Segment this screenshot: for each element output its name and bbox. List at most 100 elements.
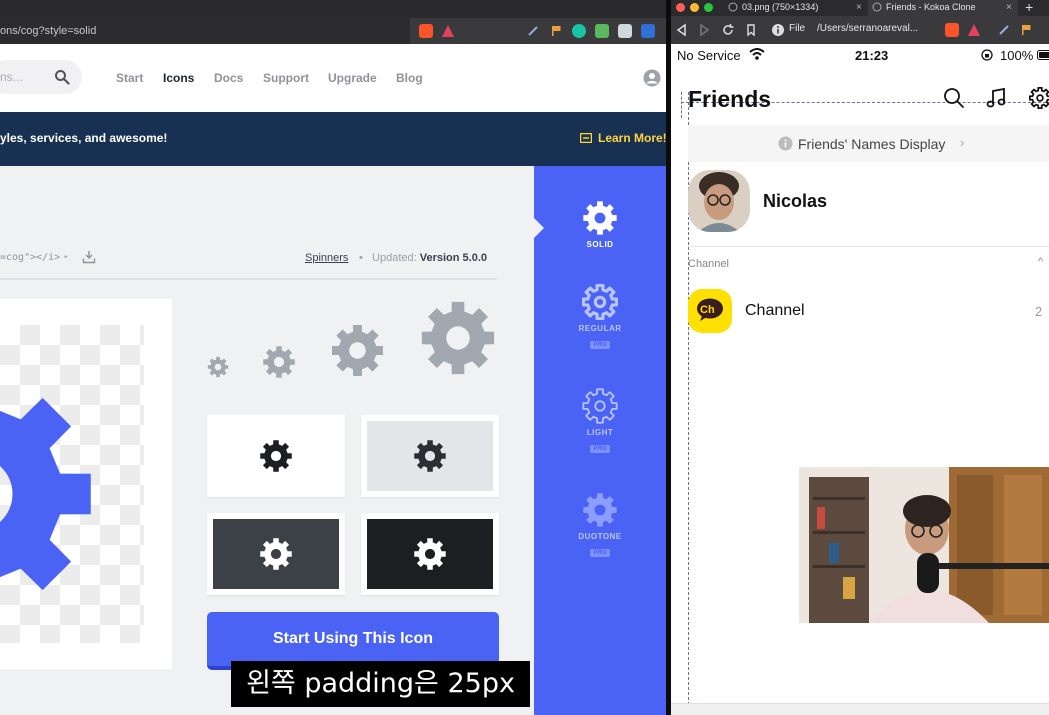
friends-names-display-bar[interactable]: Friends' Names Display › xyxy=(688,125,1049,162)
cog-size-sm-icon xyxy=(263,346,295,378)
settings-gear-icon[interactable] xyxy=(1029,87,1049,109)
category-link-spinners[interactable]: Spinners xyxy=(305,252,348,264)
nav-link-blog[interactable]: Blog xyxy=(396,71,423,85)
url-field[interactable]: /Users/serranoareval... xyxy=(817,23,918,34)
search-placeholder: ns... xyxy=(0,70,23,84)
left-browser-window: ons/cog?style=solid ns... Start Icons Do… xyxy=(0,0,666,715)
cog-duotone-icon xyxy=(583,493,617,527)
cog-on-dark-icon xyxy=(260,538,292,570)
promo-banner: yles, services, and awesome! Learn More! xyxy=(0,112,666,166)
style-option-light[interactable]: LIGHT PRO xyxy=(534,388,666,455)
extension-pen-icon[interactable] xyxy=(997,23,1011,37)
updated-label: Updated: xyxy=(372,252,417,264)
swatch-black[interactable] xyxy=(361,513,499,595)
window-close-button[interactable] xyxy=(676,3,685,12)
style-option-duotone[interactable]: DUOTONE PRO xyxy=(534,492,666,559)
tab-friends-kokoa-clone[interactable]: Friends - Kokoa Clone × xyxy=(868,0,1018,16)
new-tab-button[interactable]: + xyxy=(1025,0,1033,15)
swatch-bg xyxy=(367,421,493,491)
tab-image[interactable]: 03.png (750×1334) × xyxy=(724,0,866,16)
orientation-lock-icon xyxy=(981,49,993,61)
section-divider xyxy=(688,246,1049,247)
info-icon[interactable] xyxy=(771,23,785,37)
status-time: 21:23 xyxy=(855,48,889,63)
back-icon[interactable] xyxy=(675,23,689,37)
swatch-bg xyxy=(213,421,339,491)
bottom-nav-edge xyxy=(671,703,1049,715)
window-minimize-button[interactable] xyxy=(690,3,699,12)
extension-flag-icon[interactable] xyxy=(549,24,563,38)
nav-link-support[interactable]: Support xyxy=(263,71,309,85)
left-browser-toolbar: ons/cog?style=solid xyxy=(0,18,666,44)
style-option-solid[interactable]: SOLID xyxy=(534,200,666,249)
style-label: LIGHT xyxy=(586,428,614,437)
channel-logo[interactable]: Ch xyxy=(688,289,732,333)
cog-solid-icon xyxy=(583,201,617,235)
download-icon[interactable] xyxy=(82,250,96,264)
reload-icon[interactable] xyxy=(721,23,735,37)
swatch-light-gray[interactable] xyxy=(361,415,499,497)
nav-link-start[interactable]: Start xyxy=(116,71,143,85)
file-scheme-chip: File xyxy=(789,23,806,34)
cog-on-gray-icon xyxy=(414,440,446,472)
extension-m-icon[interactable] xyxy=(572,24,586,38)
learn-more-link[interactable]: Learn More! xyxy=(580,131,666,145)
search-icon[interactable] xyxy=(54,69,70,85)
extension-flag-icon[interactable] xyxy=(1019,23,1033,37)
icon-code-snippet[interactable]: =cog"></i> xyxy=(0,252,60,263)
style-label: SOLID xyxy=(586,240,614,249)
extension-cloud-icon[interactable] xyxy=(595,24,609,38)
style-option-regular[interactable]: REGULAR PRO xyxy=(534,284,666,351)
user-account-icon[interactable] xyxy=(643,69,661,87)
my-profile-avatar[interactable] xyxy=(688,170,750,232)
brave-shield-icon[interactable] xyxy=(419,24,433,38)
tab-title: Friends - Kokoa Clone xyxy=(886,2,976,12)
video-subtitle: 왼쪽 padding은 25px xyxy=(231,661,530,707)
channel-section-header: Channel xyxy=(688,258,729,270)
search-icon[interactable] xyxy=(943,87,965,109)
webcam-overlay xyxy=(799,467,1049,623)
browser-toolbar: File /Users/serranoareval... xyxy=(671,16,1049,44)
battery-percent: 100% xyxy=(1000,48,1034,63)
extension-pen-icon[interactable] xyxy=(526,24,540,38)
cog-large-icon xyxy=(0,397,91,591)
banner-text: yles, services, and awesome! xyxy=(0,131,168,145)
globe-icon xyxy=(728,2,738,12)
extension-square-icon[interactable] xyxy=(641,24,655,38)
profile-name[interactable]: Nicolas xyxy=(763,191,827,212)
names-display-label: Friends' Names Display xyxy=(798,136,946,152)
nav-link-icons[interactable]: Icons xyxy=(163,71,194,85)
icon-search-input[interactable]: ns... xyxy=(0,60,82,94)
swatch-bg xyxy=(213,519,339,589)
brave-rewards-icon[interactable] xyxy=(441,24,455,38)
swatch-dark-gray[interactable] xyxy=(207,513,345,595)
window-maximize-button[interactable] xyxy=(704,3,713,12)
chevron-right-icon: › xyxy=(960,135,965,150)
nav-link-upgrade[interactable]: Upgrade xyxy=(328,71,377,85)
swatch-white[interactable] xyxy=(207,415,345,497)
cog-on-black-icon xyxy=(414,538,446,570)
bookmark-icon[interactable] xyxy=(744,23,758,37)
pro-badge: PRO xyxy=(590,445,610,453)
globe-icon xyxy=(872,2,882,12)
brave-rewards-icon[interactable] xyxy=(967,23,981,37)
icon-detail-panel: =cog"></i> • Spinners • Updated: Version… xyxy=(0,166,534,715)
channel-logo-text: Ch xyxy=(700,304,715,316)
tab-close-icon[interactable]: × xyxy=(1006,1,1012,15)
music-icon[interactable] xyxy=(985,87,1007,109)
forward-icon[interactable] xyxy=(697,23,711,37)
tab-title: 03.png (750×1334) xyxy=(742,2,819,12)
brave-shield-icon[interactable] xyxy=(945,23,959,37)
channel-name[interactable]: Channel xyxy=(745,302,805,320)
cog-size-xs-icon xyxy=(207,356,229,378)
left-url-field[interactable]: ons/cog?style=solid xyxy=(0,18,410,44)
style-label: DUOTONE xyxy=(578,532,622,541)
updated-info: • Updated: Version 5.0.0 xyxy=(359,252,487,264)
collapse-chevron-icon[interactable]: ^ xyxy=(1038,256,1043,268)
tab-close-icon[interactable]: × xyxy=(856,1,862,15)
extension-doc-icon[interactable] xyxy=(618,24,632,38)
learn-more-label: Learn More! xyxy=(598,131,666,145)
cog-on-white-icon xyxy=(260,440,292,472)
nav-link-docs[interactable]: Docs xyxy=(214,71,243,85)
pro-badge: PRO xyxy=(590,341,610,349)
